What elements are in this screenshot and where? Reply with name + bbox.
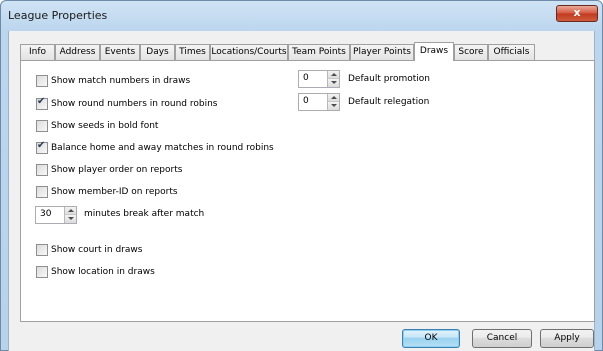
tab-label: Events xyxy=(104,47,136,57)
dialog-window: League Properties x Info Address Events … xyxy=(0,0,603,351)
tab-label: Info xyxy=(28,47,47,57)
tab-label: Score xyxy=(458,47,484,57)
break-minutes-label: minutes break after match xyxy=(84,209,205,219)
relegation-value: 0 xyxy=(303,96,309,106)
default-promotion-label: Default promotion xyxy=(348,74,430,84)
tab-label: Officials xyxy=(493,47,530,57)
arrow-up-icon xyxy=(331,96,337,99)
spin-down-button[interactable] xyxy=(327,79,339,87)
checkbox[interactable] xyxy=(36,96,48,110)
checkbox[interactable] xyxy=(36,186,48,198)
tab-team-points[interactable]: Team Points xyxy=(288,44,350,60)
tab-label: Times xyxy=(179,47,206,57)
arrow-down-icon xyxy=(68,217,74,220)
checkbox-label: Show player order on reports xyxy=(51,165,183,175)
spin-up-button[interactable] xyxy=(327,94,339,102)
checkbox-label: Show location in draws xyxy=(51,267,155,277)
tab-label: Player Points xyxy=(353,47,411,57)
tab-label: Team Points xyxy=(292,47,346,57)
default-relegation-label: Default relegation xyxy=(348,97,430,107)
tab-player-points[interactable]: Player Points xyxy=(350,44,414,60)
tab-times[interactable]: Times xyxy=(175,44,210,60)
ok-button[interactable]: OK xyxy=(402,329,460,348)
tab-label: Locations/Courts xyxy=(211,47,287,57)
spin-down-button[interactable] xyxy=(327,102,339,110)
break-minutes-spinner[interactable]: 30 xyxy=(35,206,77,224)
close-button[interactable]: x xyxy=(556,5,598,22)
checkbox[interactable] xyxy=(36,120,48,132)
tab-label: Days xyxy=(146,47,169,57)
checkbox-label: Show member-ID on reports xyxy=(51,187,178,197)
spin-down-button[interactable] xyxy=(64,215,76,223)
tab-score[interactable]: Score xyxy=(454,44,488,60)
checkbox[interactable] xyxy=(36,140,48,154)
arrow-down-icon xyxy=(331,104,337,107)
title-bar[interactable]: League Properties x xyxy=(0,0,603,32)
spin-up-button[interactable] xyxy=(327,71,339,79)
arrow-down-icon xyxy=(331,81,337,84)
tab-draws[interactable]: Draws xyxy=(414,42,454,61)
arrow-up-icon xyxy=(68,209,74,212)
checkbox[interactable] xyxy=(36,75,48,87)
tab-days[interactable]: Days xyxy=(140,44,175,60)
default-relegation-spinner[interactable]: 0 xyxy=(298,93,340,111)
client-area: Info Address Events Days Times Locations… xyxy=(8,31,595,351)
checkbox-label: Show round numbers in round robins xyxy=(51,99,218,109)
tab-events[interactable]: Events xyxy=(100,44,140,60)
arrow-up-icon xyxy=(331,73,337,76)
checkbox[interactable] xyxy=(36,164,48,176)
draws-tab-page: Show match numbers in draws Show round n… xyxy=(20,60,595,322)
checkbox-label: Show court in draws xyxy=(51,245,143,255)
tab-officials[interactable]: Officials xyxy=(488,44,535,60)
tab-info[interactable]: Info xyxy=(20,44,55,60)
checkbox-label: Balance home and away matches in round r… xyxy=(51,143,274,153)
close-icon: x xyxy=(573,6,581,19)
cancel-button[interactable]: Cancel xyxy=(472,329,532,348)
tab-locations-courts[interactable]: Locations/Courts xyxy=(210,44,288,60)
tab-label: Address xyxy=(59,47,96,57)
checkbox-label: Show match numbers in draws xyxy=(51,76,191,86)
tab-label: Draws xyxy=(419,46,449,56)
window-title: League Properties xyxy=(8,9,108,22)
checkbox[interactable] xyxy=(36,244,48,256)
spin-up-button[interactable] xyxy=(64,207,76,215)
apply-button[interactable]: Apply xyxy=(540,329,594,348)
break-minutes-value: 30 xyxy=(40,209,52,219)
checkbox-label: Show seeds in bold font xyxy=(51,121,159,131)
tab-address[interactable]: Address xyxy=(55,44,100,60)
checkbox[interactable] xyxy=(36,266,48,278)
default-promotion-spinner[interactable]: 0 xyxy=(298,70,340,88)
promotion-value: 0 xyxy=(303,73,309,83)
